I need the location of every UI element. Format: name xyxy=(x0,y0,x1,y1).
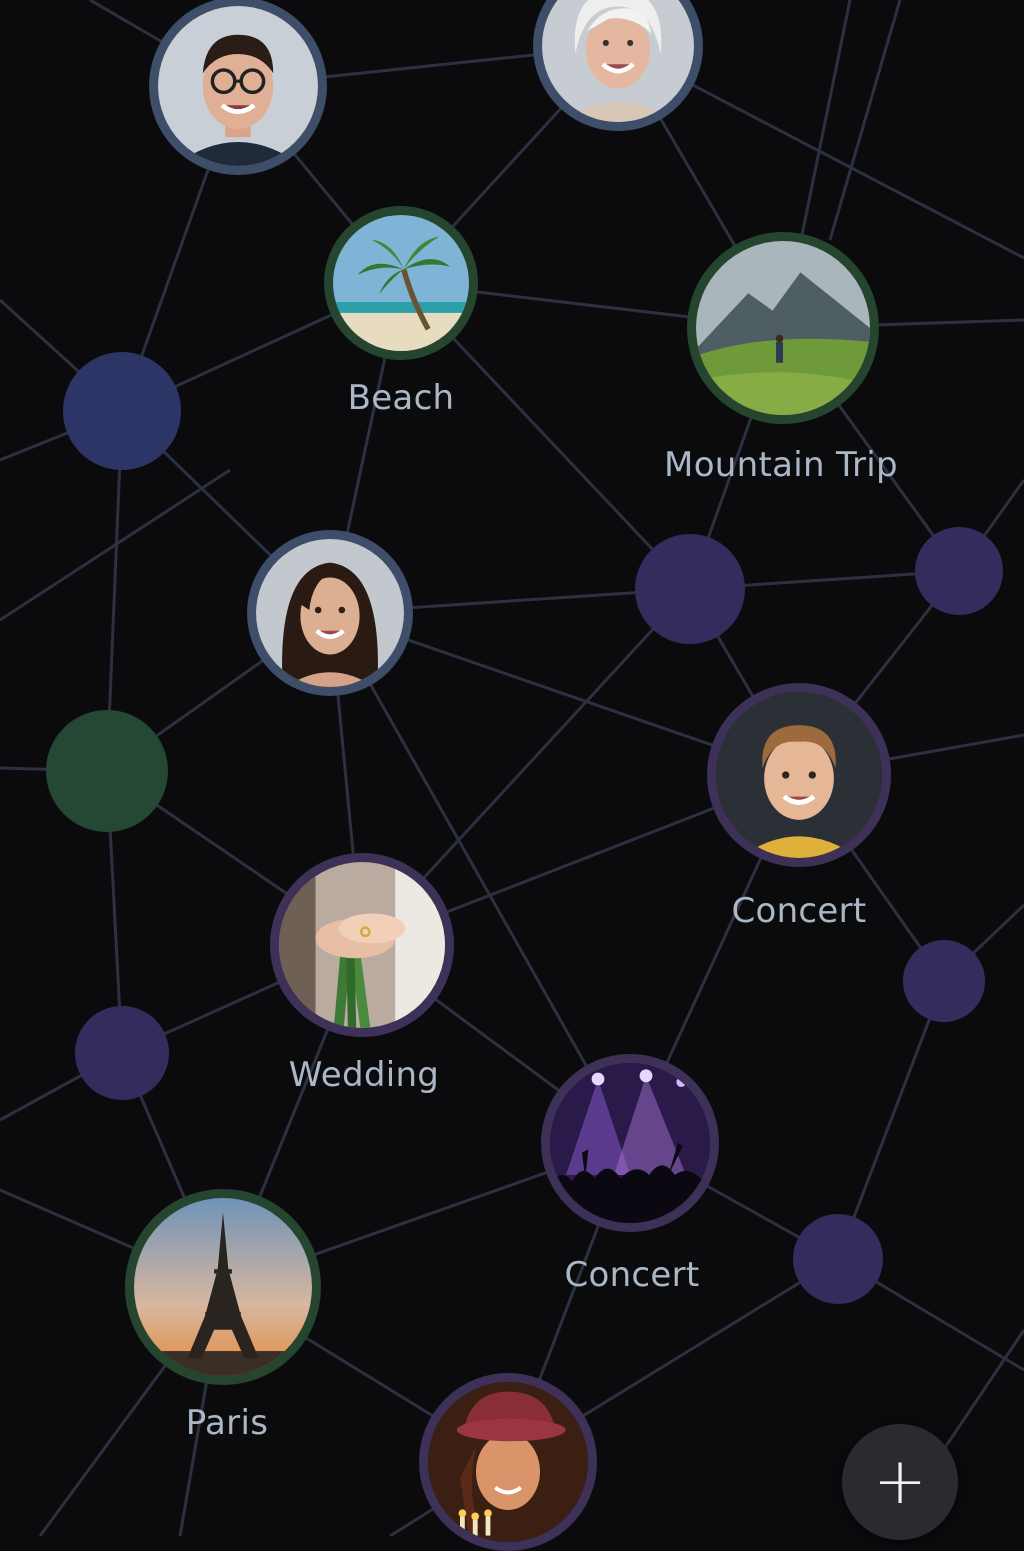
node-concert[interactable] xyxy=(541,1054,719,1232)
add-button[interactable]: + xyxy=(842,1424,958,1540)
node-wedding[interactable] xyxy=(270,853,454,1037)
node-boy[interactable] xyxy=(707,683,891,867)
eiffel-tower-icon xyxy=(134,1198,312,1376)
node-label-concert: Concert xyxy=(564,1255,700,1295)
node-man-glasses[interactable] xyxy=(149,0,327,175)
man-glasses-portrait-icon xyxy=(158,6,318,166)
node-woman[interactable] xyxy=(247,530,413,696)
dot-node-purple-bottom-right[interactable] xyxy=(793,1214,883,1304)
woman-portrait-icon xyxy=(256,539,404,687)
graph-edge-offscreen xyxy=(828,0,902,241)
node-label-wedding: Wedding xyxy=(288,1055,440,1095)
node-label-paris: Paris xyxy=(185,1403,269,1443)
dot-node-navy-left[interactable] xyxy=(63,352,181,470)
palm-tree-beach-icon xyxy=(333,215,469,351)
concert-crowd-lights-icon xyxy=(550,1063,710,1223)
dot-node-purple-lower-right[interactable] xyxy=(903,940,985,1022)
woman-hat-birthday-candles-icon xyxy=(428,1382,588,1542)
node-paris[interactable] xyxy=(125,1189,321,1385)
dot-node-purple-center[interactable] xyxy=(635,534,745,644)
node-beach[interactable] xyxy=(324,206,478,360)
boy-portrait-icon xyxy=(716,692,882,858)
dot-node-green-left[interactable] xyxy=(46,710,168,832)
node-label-mountain-trip: Mountain Trip xyxy=(664,445,898,485)
older-woman-portrait-icon xyxy=(542,0,694,122)
node-birthday[interactable] xyxy=(419,1373,597,1551)
node-label-beach: Beach xyxy=(347,378,455,418)
holding-hands-bouquet-icon xyxy=(279,862,445,1028)
dot-node-purple-right[interactable] xyxy=(915,527,1003,615)
mountain-landscape-icon xyxy=(696,241,870,415)
node-label-concert-boy: Concert xyxy=(731,891,867,931)
memory-graph-canvas: Beach Mountain Trip Concert Wedding Conc… xyxy=(0,0,1024,1551)
plus-icon: + xyxy=(873,1445,927,1519)
dot-node-purple-lower-left[interactable] xyxy=(75,1006,169,1100)
node-mountain-trip[interactable] xyxy=(687,232,879,424)
